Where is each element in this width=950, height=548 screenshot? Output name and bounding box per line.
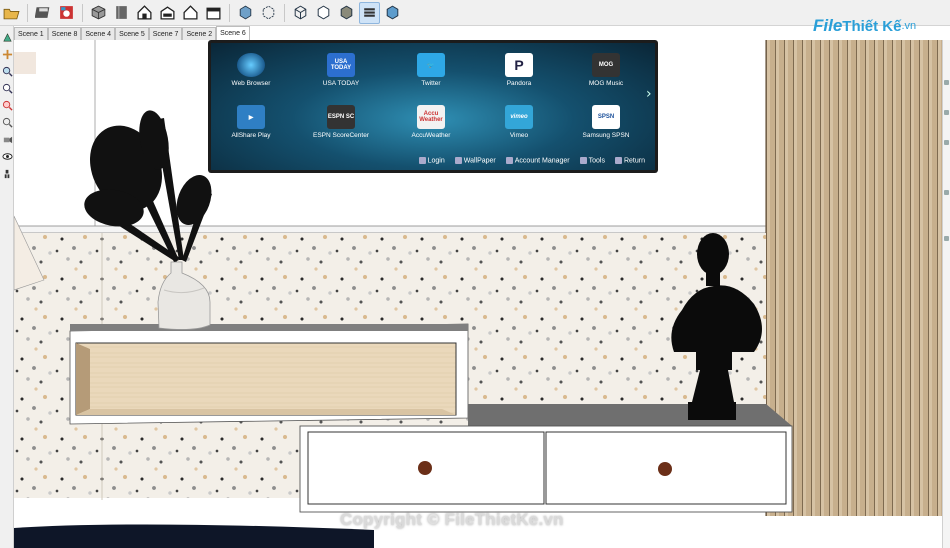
tv-app-accuweather: Accu Weather AccuWeather: [391, 105, 471, 139]
tv-app-pandora: P Pandora: [479, 53, 559, 87]
zoom-window-icon[interactable]: [1, 82, 13, 94]
back-edges-icon[interactable]: [258, 2, 279, 24]
tab-scene-1[interactable]: Scene 1: [14, 27, 48, 40]
white-vase: [157, 261, 211, 330]
toolbar-separator: [27, 3, 28, 22]
tab-scene-2[interactable]: Scene 2: [182, 27, 217, 40]
orbit-icon[interactable]: [1, 31, 13, 43]
walk-icon[interactable]: [1, 167, 13, 179]
monochrome-icon[interactable]: [382, 2, 403, 24]
book-icon[interactable]: [111, 2, 132, 24]
model-info-icon[interactable]: [56, 2, 77, 24]
shelf-niche: [75, 342, 457, 416]
toolbar-separator: [82, 3, 83, 22]
top-view-icon[interactable]: [157, 2, 178, 24]
tv-screen: Web Browser USA TODAY USA TODAY 🐦 Twitte…: [211, 43, 655, 170]
accuweather-icon: Accu Weather: [417, 105, 445, 129]
tv-app-usa-today: USA TODAY USA TODAY: [301, 53, 381, 87]
scroll-marker: [944, 110, 949, 115]
toolbar-separator: [284, 3, 285, 22]
tv-app-samsung-spsn: SPSN Samsung SPSN: [566, 105, 646, 139]
components-icon[interactable]: [88, 2, 109, 24]
drawer-knob-left: [418, 461, 432, 475]
tv-menu-login: Login: [418, 156, 445, 164]
bust-sculpture: [671, 233, 762, 420]
play-icon: ▶: [237, 105, 265, 129]
tv-menu-account-manager: Account Manager: [505, 156, 570, 164]
pan-icon[interactable]: [1, 48, 13, 60]
tv-bottom-menu: Login WallPaper Account Manager Tools Re…: [418, 156, 645, 164]
tab-scene-5[interactable]: Scene 5: [115, 27, 149, 40]
tv-app-espn: ESPN SC ESPN ScoreCenter: [301, 105, 381, 139]
globe-icon: [237, 53, 265, 77]
previous-view-icon[interactable]: [1, 116, 13, 128]
tv-menu-wallpaper: WallPaper: [454, 156, 496, 164]
model-viewport[interactable]: Web Browser USA TODAY USA TODAY 🐦 Twitte…: [14, 40, 942, 548]
tv-app-mog-music: MOG MOG Music: [566, 53, 646, 87]
tab-scene-4[interactable]: Scene 4: [81, 27, 116, 40]
tab-scene-7[interactable]: Scene 7: [148, 27, 183, 40]
toolbar-separator: [229, 3, 230, 22]
pandora-icon: P: [505, 53, 533, 77]
zoom-extents-icon[interactable]: [1, 99, 13, 111]
tv-app-allshare-play: ▶ AllShare Play: [211, 105, 291, 139]
tv-app-vimeo: vimeo Vimeo: [479, 105, 559, 139]
hidden-line-icon[interactable]: [313, 2, 334, 24]
twitter-bird-icon: 🐦: [417, 53, 445, 77]
left-tool-strip: [0, 26, 14, 548]
right-scroll-strip[interactable]: [942, 40, 950, 548]
xray-icon[interactable]: [235, 2, 256, 24]
usa-today-icon: USA TODAY: [327, 53, 355, 77]
scroll-marker: [944, 236, 949, 241]
scroll-marker: [944, 140, 949, 145]
scroll-marker: [944, 190, 949, 195]
shaded-textures-icon[interactable]: [359, 1, 380, 24]
drawer-knob-right: [658, 462, 672, 476]
right-view-icon[interactable]: [203, 2, 224, 24]
filethietke-logo: File Thiết Kế .vn: [813, 16, 917, 35]
home-iso-icon[interactable]: [134, 2, 155, 24]
wireframe-icon[interactable]: [290, 2, 311, 24]
tv-menu-return: Return: [614, 156, 645, 164]
scene-tabs: Scene 1 Scene 8 Scene 4 Scene 5 Scene 7 …: [14, 26, 250, 40]
zoom-icon[interactable]: [1, 65, 13, 77]
tab-scene-8[interactable]: Scene 8: [47, 27, 82, 40]
position-camera-icon[interactable]: [1, 133, 13, 145]
spsn-icon: SPSN: [592, 105, 620, 129]
mog-icon: MOG: [592, 53, 620, 77]
look-around-icon[interactable]: [1, 150, 13, 162]
shaded-icon[interactable]: [336, 2, 357, 24]
tv-next-arrow-icon: ›: [646, 86, 652, 102]
tv-app-web-browser: Web Browser: [211, 53, 291, 87]
tv-app-twitter: 🐦 Twitter: [391, 53, 471, 87]
pampas-grass: [84, 110, 212, 262]
tv-menu-tools: Tools: [579, 156, 605, 164]
console-top: [468, 404, 792, 426]
front-view-icon[interactable]: [180, 2, 201, 24]
main-toolbar: [0, 0, 950, 26]
copyright-watermark: Copyright © FileThietKe.vn: [340, 510, 564, 529]
scroll-marker: [944, 80, 949, 85]
espn-icon: ESPN SC: [327, 105, 355, 129]
smart-tv: Web Browser USA TODAY USA TODAY 🐦 Twitte…: [208, 40, 658, 173]
vimeo-icon: vimeo: [505, 105, 533, 129]
open-icon[interactable]: [1, 2, 22, 24]
sofa-edge: [14, 524, 374, 548]
tab-scene-6[interactable]: Scene 6: [216, 26, 250, 40]
lamp-shade: [14, 215, 45, 291]
save-icon[interactable]: [33, 2, 54, 24]
